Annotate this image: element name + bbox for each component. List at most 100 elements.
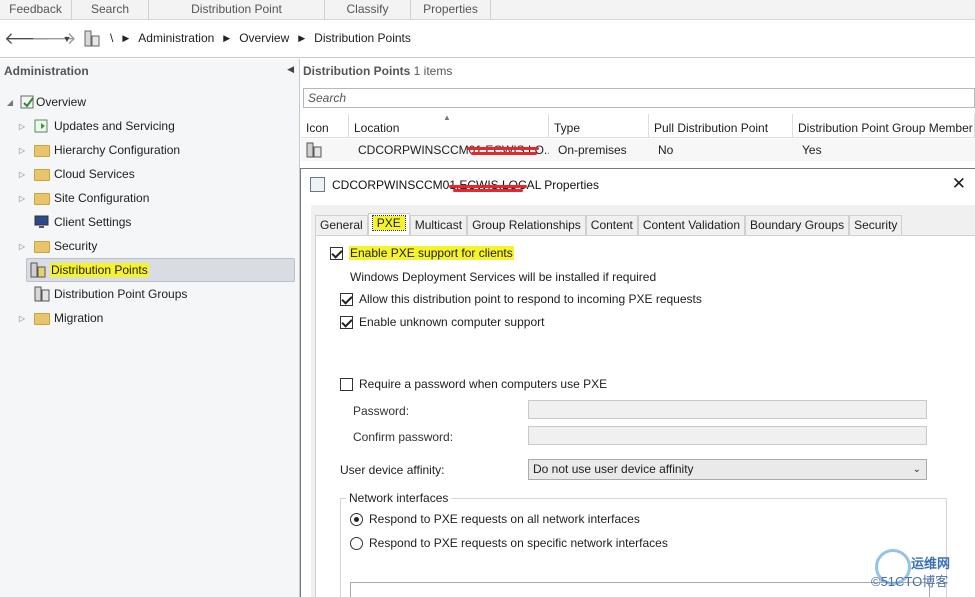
require-password-label: Require a password when computers use PX… (359, 377, 608, 391)
radio-selected-icon[interactable] (350, 512, 363, 526)
address-bar: 🡐 🡒 ▼ \ ▶ Administration ▶ Overview ▶ Di… (0, 20, 975, 58)
overview-icon (20, 95, 34, 109)
breadcrumb-overview[interactable]: Overview (239, 31, 289, 45)
breadcrumb-distribution-points[interactable]: Distribution Points (314, 31, 411, 45)
respond-specific-interfaces-radio[interactable]: Respond to PXE requests on specific netw… (350, 536, 668, 550)
ribbon-tab-classify[interactable]: Classify (325, 0, 411, 20)
enable-pxe-checkbox[interactable]: Enable PXE support for clients (330, 246, 514, 260)
results-header: Distribution Points 1 items (303, 64, 452, 78)
chevron-right-icon[interactable]: ▶ (122, 33, 129, 44)
checkbox-checked-icon[interactable] (340, 315, 353, 329)
collapsed-icon[interactable]: ▷ (16, 170, 28, 179)
ribbon-tab-feedback[interactable]: Feedback (0, 0, 72, 20)
collapsed-icon[interactable]: ▷ (16, 146, 28, 155)
tab-pxe[interactable]: PXE (367, 213, 410, 235)
workspace-title: Administration (4, 64, 89, 78)
search-input[interactable]: Search (303, 88, 975, 108)
unknown-computer-support-checkbox[interactable]: Enable unknown computer support (340, 315, 544, 329)
tree-item-distribution-points[interactable]: Distribution Points (26, 258, 295, 282)
console-root-icon (84, 30, 100, 47)
tab-security[interactable]: Security (849, 215, 903, 235)
ribbon-tab-properties[interactable]: Properties (411, 0, 491, 20)
checkbox-unchecked-icon[interactable] (340, 377, 353, 391)
tab-general[interactable]: General (315, 215, 368, 235)
checkbox-checked-icon[interactable] (340, 292, 353, 306)
column-pull-distribution-point[interactable]: Pull Distribution Point (649, 114, 793, 137)
collapsed-icon[interactable]: ▷ (16, 122, 28, 131)
tree-item-overview[interactable]: ◢ Overview (4, 91, 86, 113)
properties-dialog: CDCORPWINSCCM01.ECWIS.LOCAL Properties ✕… (300, 168, 975, 597)
folder-icon (34, 238, 50, 254)
chevron-down-icon[interactable]: ⌄ (913, 460, 921, 479)
password-field[interactable] (528, 400, 927, 419)
back-arrow-icon[interactable]: 🡐 (4, 29, 50, 49)
respond-all-label: Respond to PXE requests on all network i… (369, 512, 640, 526)
dialog-body: General PXE Multicast Group Relationship… (311, 205, 975, 597)
tree-item-hierarchy-configuration[interactable]: ▷ Hierarchy Configuration (16, 139, 180, 161)
allow-pxe-requests-checkbox[interactable]: Allow this distribution point to respond… (340, 292, 702, 306)
tree-item-site-configuration[interactable]: ▷ Site Configuration (16, 187, 149, 209)
network-interfaces-list[interactable] (350, 582, 930, 597)
forward-arrow-icon[interactable]: 🡒 (31, 29, 77, 49)
folder-icon (34, 166, 50, 182)
column-group-member[interactable]: Distribution Point Group Member (793, 114, 975, 137)
chevron-right-icon[interactable]: ▶ (223, 33, 230, 44)
tree-item-distribution-point-groups[interactable]: Distribution Point Groups (16, 283, 187, 305)
respond-all-interfaces-radio[interactable]: Respond to PXE requests on all network i… (350, 512, 640, 526)
tree-item-label: Migration (54, 311, 104, 325)
column-location-label: Location (354, 121, 400, 135)
tab-group-relationships[interactable]: Group Relationships (467, 215, 586, 235)
tree-item-label: Distribution Points (50, 263, 149, 277)
require-password-checkbox[interactable]: Require a password when computers use PX… (340, 377, 607, 391)
tree-item-label: Updates and Servicing (54, 119, 175, 133)
column-location[interactable]: Location ▲ (349, 114, 549, 137)
tab-multicast[interactable]: Multicast (409, 215, 468, 235)
ribbon-tab-bar: Feedback Search Distribution Point Class… (0, 0, 975, 20)
radio-unselected-icon[interactable] (350, 536, 363, 550)
unknown-support-label: Enable unknown computer support (359, 315, 545, 329)
watermark-line2: ©51CTO博客 (871, 574, 949, 589)
close-icon[interactable]: ✕ (952, 174, 966, 194)
breadcrumb-root[interactable]: \ (110, 31, 113, 45)
collapse-pane-icon[interactable]: ◀ (287, 64, 294, 75)
tree-item-client-settings[interactable]: Client Settings (16, 211, 131, 233)
ribbon-tab-distribution-point[interactable]: Distribution Point (149, 0, 325, 20)
tree-item-label: Overview (36, 95, 87, 109)
column-icon[interactable]: Icon (301, 114, 349, 137)
tree-item-migration[interactable]: ▷ Migration (16, 307, 103, 329)
row-type: On-premises (558, 143, 627, 157)
user-device-affinity-select[interactable]: Do not use user device affinity ⌄ (528, 459, 927, 480)
tab-content[interactable]: Content (585, 215, 638, 235)
checkbox-checked-icon[interactable] (330, 246, 343, 260)
tab-pxe-label: PXE (371, 215, 406, 231)
navigation-pane: Administration ◀ ◢ Overview ▷ Updates an… (0, 59, 300, 597)
collapsed-icon[interactable]: ▷ (16, 242, 28, 251)
breadcrumb-administration[interactable]: Administration (138, 31, 214, 45)
expanded-icon[interactable]: ◢ (4, 98, 16, 107)
tree-item-cloud-services[interactable]: ▷ Cloud Services (16, 163, 135, 185)
tree-item-label: Security (54, 239, 98, 253)
tab-boundary-groups[interactable]: Boundary Groups (745, 215, 850, 235)
collapsed-icon[interactable]: ▷ (16, 194, 28, 203)
watermark-line1: 运维网 (911, 556, 951, 571)
pxe-tab-panel: Enable PXE support for clients Windows D… (315, 235, 975, 597)
tab-content-validation[interactable]: Content Validation (637, 215, 746, 235)
collapsed-icon[interactable]: ▷ (16, 314, 28, 323)
confirm-password-label: Confirm password: (353, 430, 454, 444)
grid-header: Icon Location ▲ Type Pull Distribution P… (301, 114, 975, 138)
chevron-right-icon[interactable]: ▶ (298, 33, 305, 44)
redaction-mark (471, 152, 537, 155)
confirm-password-field[interactable] (528, 426, 927, 445)
history-dropdown-icon[interactable]: ▼ (60, 29, 74, 49)
column-type[interactable]: Type (549, 114, 649, 137)
allow-pxe-label: Allow this distribution point to respond… (359, 292, 702, 306)
distribution-point-icon (30, 262, 46, 278)
tree-item-updates-and-servicing[interactable]: ▷ Updates and Servicing (16, 115, 175, 137)
folder-icon (34, 190, 50, 206)
tree-item-security[interactable]: ▷ Security (16, 235, 97, 257)
dialog-title-bar: CDCORPWINSCCM01.ECWIS.LOCAL Properties ✕ (301, 169, 975, 201)
table-row[interactable]: CDCORPWINSCCM01.ECWIS.LO... On-premises … (301, 139, 975, 161)
ribbon-tab-search[interactable]: Search (72, 0, 149, 20)
redaction-mark (467, 147, 539, 150)
results-title: Distribution Points (303, 64, 411, 78)
